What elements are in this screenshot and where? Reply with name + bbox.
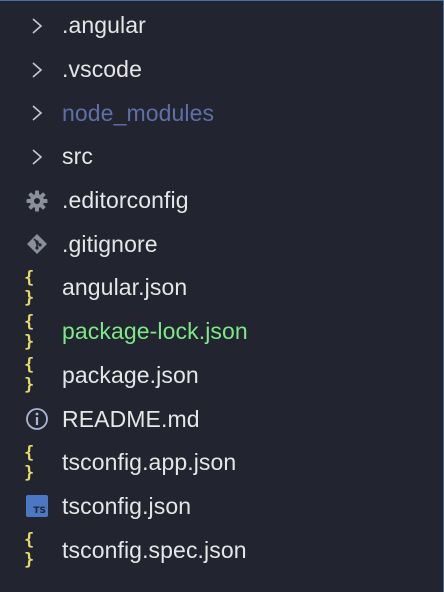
tree-item-node-modules-folder[interactable]: node_modules [0,91,443,135]
tree-item-label: .angular [62,12,146,39]
gear-icon [24,188,50,214]
tree-item-label: .vscode [62,56,142,83]
window-top-edge [0,0,444,1]
json-braces-icon: { } [24,267,36,308]
tree-item-gitignore-file[interactable]: .gitignore [0,222,443,266]
tree-item-label: .gitignore [62,230,158,257]
json-braces-icon: { } [24,442,36,483]
json-braces-icon: { } [24,530,36,571]
tree-item-label: src [62,143,93,170]
tree-item-package-json-file[interactable]: { } package.json [0,354,443,398]
tree-item-label: tsconfig.app.json [62,449,237,476]
tree-item-readme-file[interactable]: README.md [0,397,443,441]
tree-item-editorconfig-file[interactable]: .editorconfig [0,179,443,223]
tree-item-package-lock-json-file[interactable]: { } package-lock.json [0,310,443,354]
tree-item-tsconfig-app-json-file[interactable]: { } tsconfig.app.json [0,441,443,485]
tree-item-label: node_modules [62,99,215,126]
tree-item-src-folder[interactable]: src [0,135,443,179]
tree-item-tsconfig-json-file[interactable]: TS tsconfig.json [0,485,443,529]
tree-item-angular-json-file[interactable]: { } angular.json [0,266,443,310]
typescript-icon: TS [24,493,50,519]
tree-item-vscode-folder[interactable]: .vscode [0,48,443,92]
json-braces-icon: { } [24,311,36,352]
typescript-badge-text: TS [33,506,46,517]
tree-item-label: tsconfig.spec.json [62,536,247,563]
tree-item-label: tsconfig.json [62,492,192,519]
tree-item-label: package-lock.json [62,318,248,345]
file-explorer-tree: .angular .vscode node_modules src .edito… [0,4,443,572]
chevron-right-icon[interactable] [24,57,50,83]
tree-item-label: package.json [62,361,199,388]
json-braces-icon: { } [24,355,36,396]
chevron-right-icon[interactable] [24,100,50,126]
info-icon [24,406,50,432]
tree-item-angular-folder[interactable]: .angular [0,4,443,48]
git-icon [24,231,50,257]
tree-item-tsconfig-spec-json-file[interactable]: { } tsconfig.spec.json [0,528,443,572]
typescript-badge: TS [26,495,48,518]
tree-item-label: .editorconfig [62,187,189,214]
tree-item-label: angular.json [62,274,188,301]
tree-item-label: README.md [62,405,200,432]
chevron-right-icon[interactable] [24,13,50,39]
chevron-right-icon[interactable] [24,144,50,170]
